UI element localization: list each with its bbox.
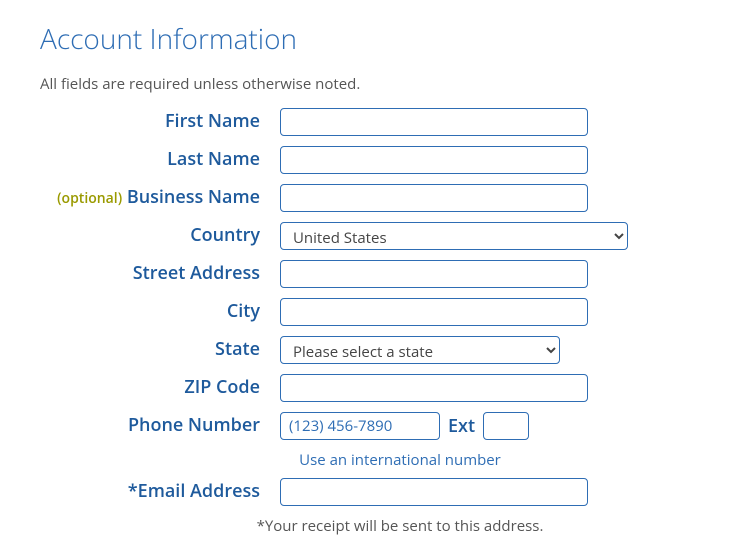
zip-input[interactable] [280, 374, 588, 402]
state-label: State [40, 339, 280, 361]
street-address-label: Street Address [40, 263, 280, 285]
first-name-label: First Name [40, 111, 280, 133]
last-name-input[interactable] [280, 146, 588, 174]
receipt-note: *Your receipt will be sent to this addre… [40, 516, 700, 536]
city-label: City [40, 301, 280, 323]
business-name-input[interactable] [280, 184, 588, 212]
optional-prefix: (optional) [57, 189, 122, 208]
page-title: Account Information [40, 20, 700, 58]
business-name-label: (optional) Business Name [40, 187, 280, 209]
city-input[interactable] [280, 298, 588, 326]
ext-label: Ext [448, 414, 475, 438]
email-label: *Email Address [40, 481, 280, 503]
zip-label: ZIP Code [40, 377, 280, 399]
street-address-input[interactable] [280, 260, 588, 288]
ext-input[interactable] [483, 412, 529, 440]
email-input[interactable] [280, 478, 588, 506]
phone-label: Phone Number [40, 415, 280, 437]
last-name-label: Last Name [40, 149, 280, 171]
intl-number-link[interactable]: Use an international number [40, 450, 700, 470]
required-note: All fields are required unless otherwise… [40, 74, 700, 94]
first-name-input[interactable] [280, 108, 588, 136]
state-select[interactable]: Please select a state [280, 336, 560, 364]
country-label: Country [40, 225, 280, 247]
country-select[interactable]: United States [280, 222, 628, 250]
phone-input[interactable] [280, 412, 440, 440]
